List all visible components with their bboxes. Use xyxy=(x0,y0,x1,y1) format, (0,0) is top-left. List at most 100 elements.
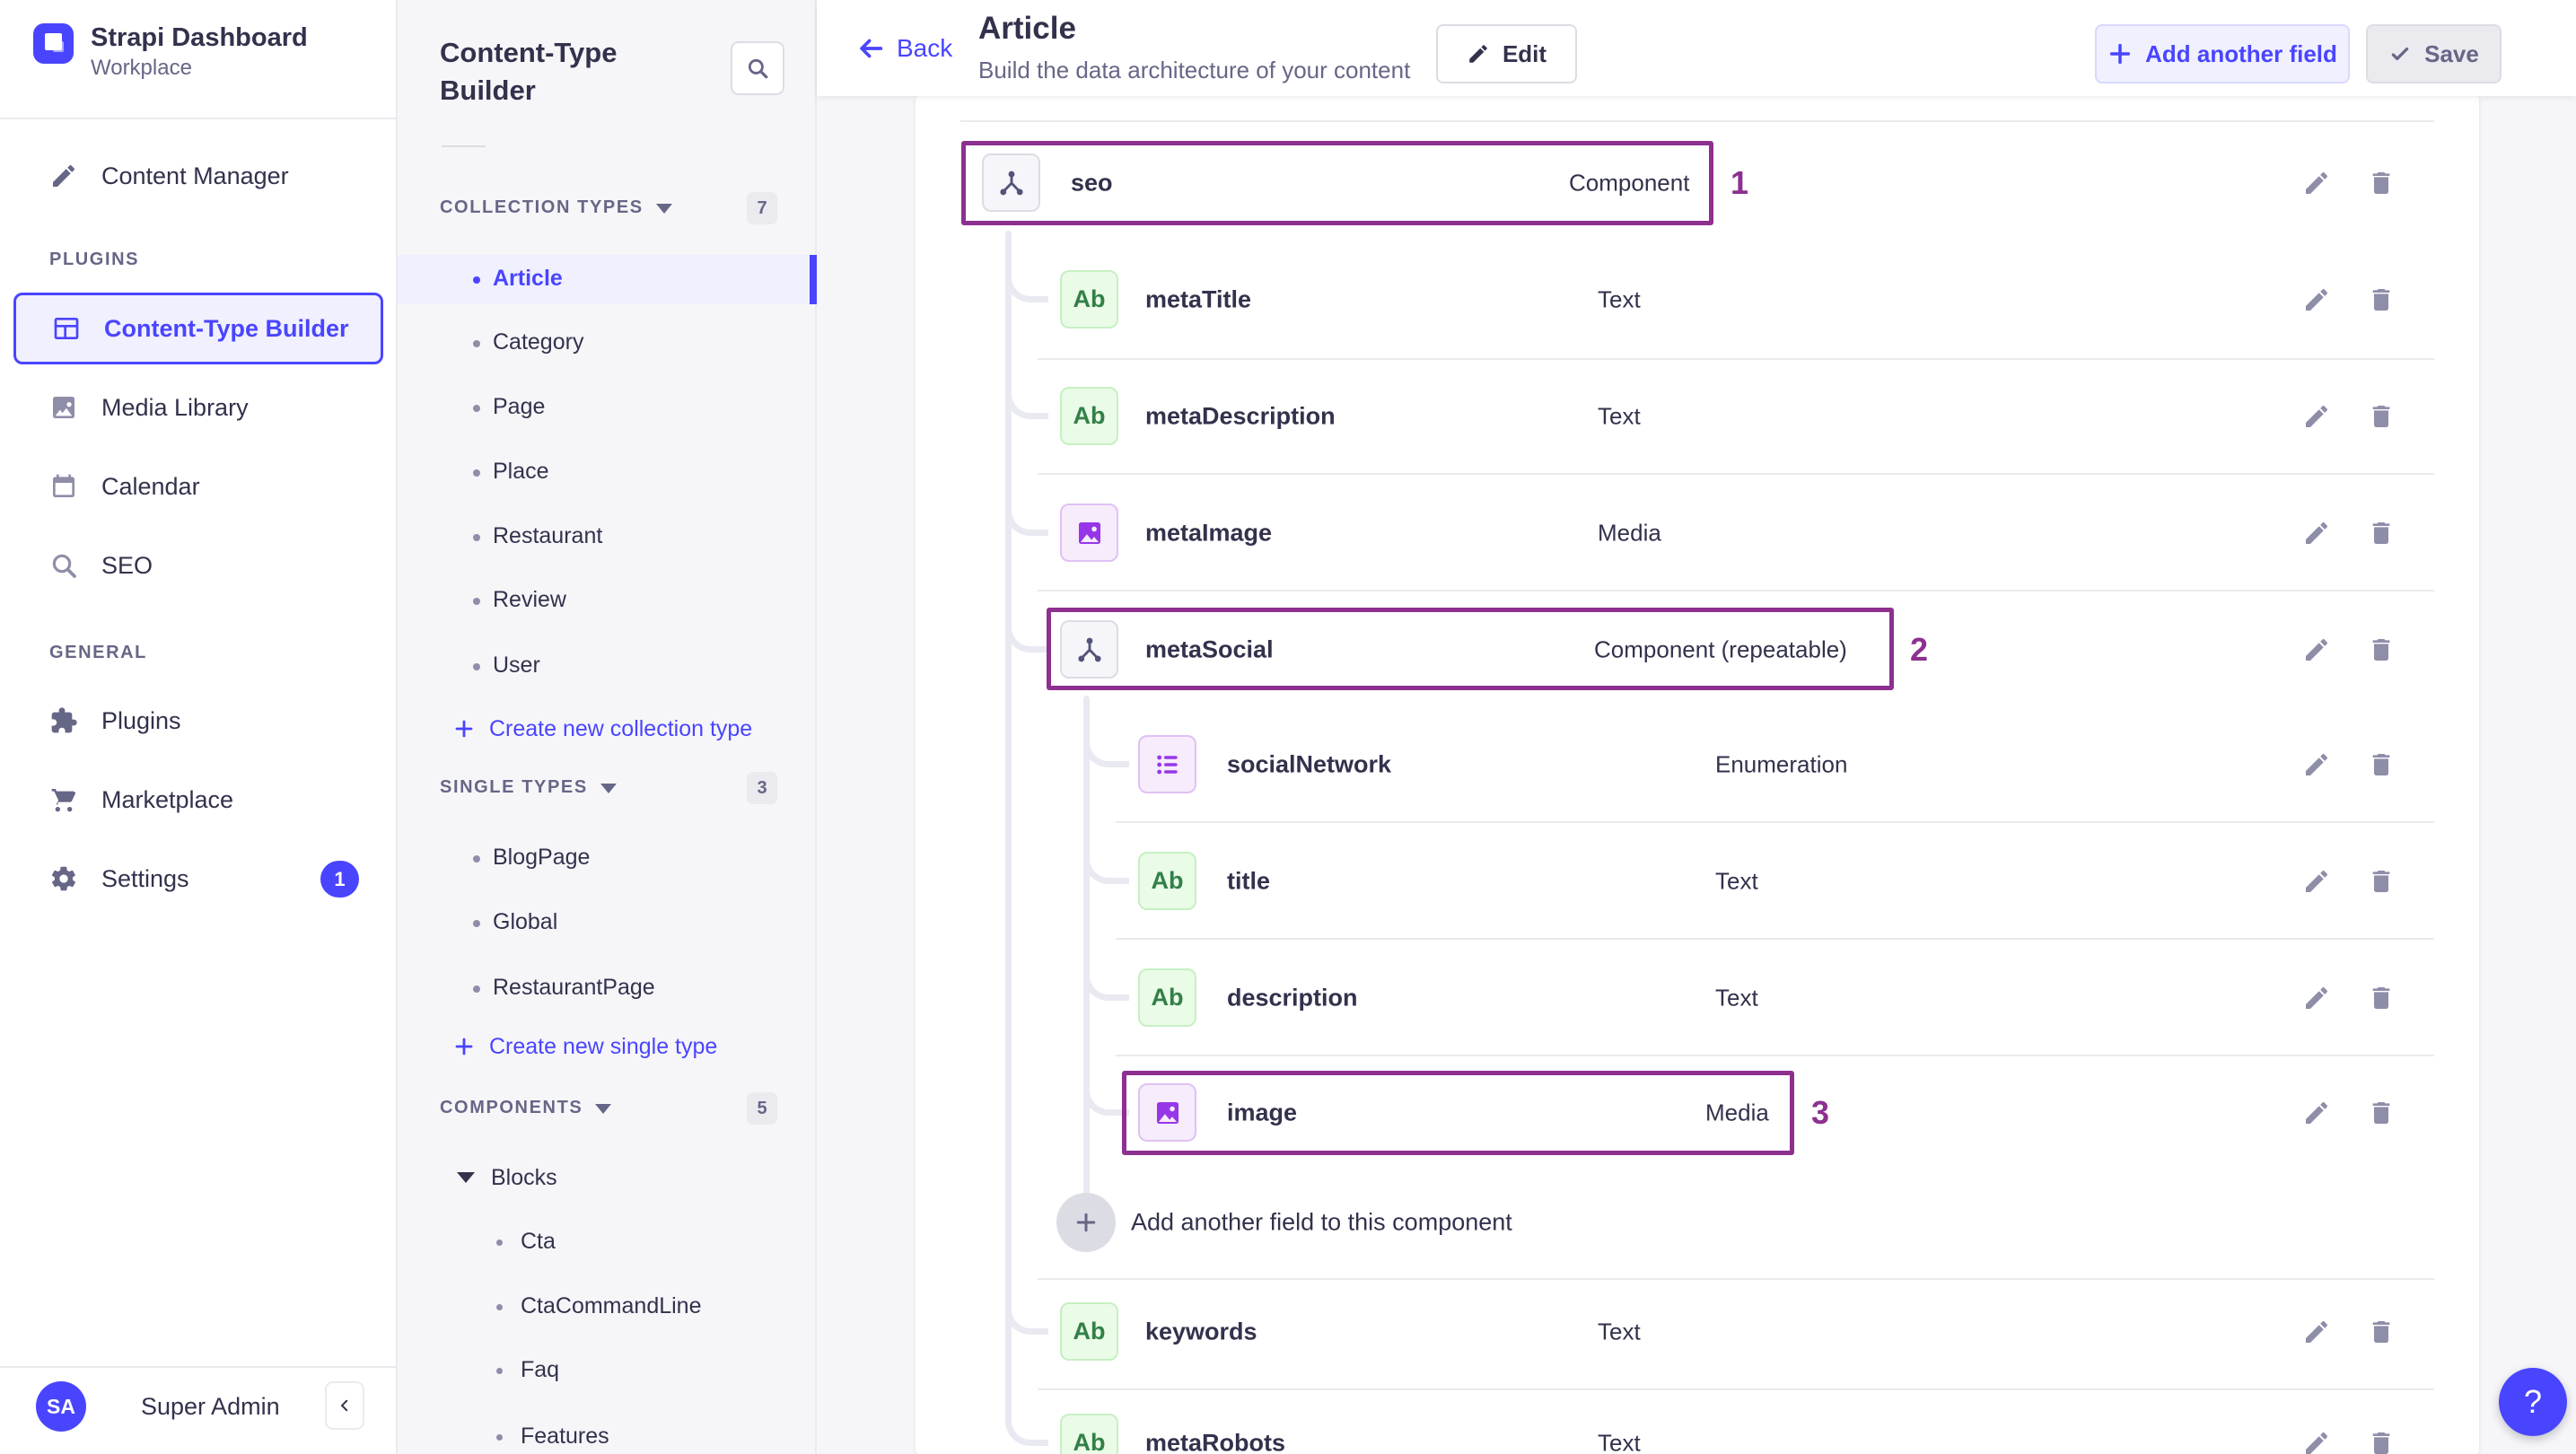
subnav-item-restaurant[interactable]: Restaurant xyxy=(398,513,817,562)
subnav-item-article-active-bg[interactable]: Article xyxy=(398,255,817,304)
edit-button[interactable]: Edit xyxy=(1436,24,1577,83)
search-icon xyxy=(52,554,76,578)
trash-icon xyxy=(2372,1321,2390,1343)
edit-field-button[interactable] xyxy=(2301,518,2332,548)
edit-field-button[interactable] xyxy=(2301,749,2332,780)
subnav-item-category[interactable]: Category xyxy=(398,320,817,368)
components-group-blocks[interactable]: Blocks xyxy=(457,1158,557,1197)
sidebar-item-marketplace[interactable]: Marketplace xyxy=(49,782,381,818)
subnav-item-review[interactable]: Review xyxy=(398,577,817,626)
delete-field-button[interactable] xyxy=(2366,1428,2396,1454)
components-header[interactable]: COMPONENTS xyxy=(440,1098,612,1118)
pencil-icon xyxy=(2306,986,2328,1009)
edit-field-button[interactable] xyxy=(2301,1428,2332,1454)
delete-field-button[interactable] xyxy=(2366,401,2396,432)
bullet-icon xyxy=(496,1434,503,1441)
subnav-item-ctacommandline[interactable]: CtaCommandLine xyxy=(398,1283,817,1332)
sidebar-item-plugins[interactable]: Plugins xyxy=(49,703,381,739)
component-icon xyxy=(999,171,1023,195)
components-group-label: Blocks xyxy=(491,1164,557,1190)
field-type: Text xyxy=(1715,984,1758,1012)
delete-field-button[interactable] xyxy=(2366,518,2396,548)
sidebar-item-media-library[interactable]: Media Library xyxy=(49,390,381,425)
create-collection-type-label: Create new collection type xyxy=(489,715,753,741)
bullet-icon xyxy=(473,920,480,927)
bullet-icon xyxy=(496,1304,503,1310)
trash-icon xyxy=(2372,1102,2390,1124)
add-another-field-button[interactable]: Add another field xyxy=(2095,24,2350,83)
bullet-icon xyxy=(473,469,480,477)
row-divider xyxy=(1038,358,2434,360)
subnav-item-blogpage[interactable]: BlogPage xyxy=(398,835,817,883)
create-single-type-label: Create new single type xyxy=(489,1033,718,1059)
delete-field-button[interactable] xyxy=(2366,1317,2396,1347)
sidebar-item-content-type-builder[interactable]: Content-Type Builder xyxy=(13,293,383,364)
subnav-item-label: Restaurant xyxy=(493,523,603,548)
subnav-item-cta[interactable]: Cta xyxy=(398,1219,817,1267)
bullet-icon xyxy=(473,985,480,993)
calendar-icon xyxy=(53,474,74,497)
delete-field-button[interactable] xyxy=(2366,749,2396,780)
subnav-item-features[interactable]: Features xyxy=(398,1414,817,1454)
subnav-item-restaurantpage[interactable]: RestaurantPage xyxy=(398,965,817,1013)
create-collection-type-link[interactable]: Create new collection type xyxy=(453,711,752,747)
back-link[interactable]: Back xyxy=(855,30,952,67)
subnav-item-faq[interactable]: Faq xyxy=(398,1347,817,1396)
edit-field-button[interactable] xyxy=(2301,983,2332,1013)
bullet-icon xyxy=(473,340,480,347)
subnav-title: Content-Type Builder xyxy=(440,37,618,106)
collection-types-count: 7 xyxy=(747,192,777,224)
delete-field-button[interactable] xyxy=(2366,983,2396,1013)
sidebar-item-label: Plugins xyxy=(101,706,181,734)
sidebar-item-calendar[interactable]: Calendar xyxy=(49,469,381,504)
plus-icon xyxy=(455,1038,473,1055)
edit-field-button[interactable] xyxy=(2301,401,2332,432)
trash-icon xyxy=(2372,172,2390,194)
strapi-logo[interactable] xyxy=(33,23,74,64)
subnav-search-button[interactable] xyxy=(731,41,784,95)
pencil-icon xyxy=(2306,638,2328,661)
save-button[interactable]: Save xyxy=(2366,24,2502,83)
collection-types-header[interactable]: COLLECTION TYPES xyxy=(440,197,672,218)
arrow-left-icon xyxy=(860,39,883,58)
delete-field-button[interactable] xyxy=(2366,168,2396,198)
edit-field-button[interactable] xyxy=(2301,285,2332,315)
edit-field-button[interactable] xyxy=(2301,168,2332,198)
edit-field-button[interactable] xyxy=(2301,1098,2332,1128)
subnav-item-page[interactable]: Page xyxy=(398,384,817,433)
edit-field-button[interactable] xyxy=(2301,635,2332,665)
collapse-sidebar-button[interactable] xyxy=(325,1381,364,1430)
pencil-icon xyxy=(2306,521,2328,544)
plugins-section-label: PLUGINS xyxy=(49,250,140,269)
delete-field-button[interactable] xyxy=(2366,866,2396,897)
sidebar-item-seo[interactable]: SEO xyxy=(49,547,381,583)
avatar[interactable]: SA xyxy=(36,1381,86,1432)
tree-elbow xyxy=(1005,613,1048,653)
delete-field-button[interactable] xyxy=(2366,285,2396,315)
subnav-item-user[interactable]: User xyxy=(398,643,817,691)
sidebar-footer-divider xyxy=(0,1366,398,1368)
delete-field-button[interactable] xyxy=(2366,1098,2396,1128)
active-indicator-bar xyxy=(810,255,817,304)
help-button[interactable]: ? xyxy=(2499,1368,2567,1436)
row-divider xyxy=(960,120,2434,122)
field-type: Text xyxy=(1598,1429,1641,1454)
fields-card: seo Component 1 Ab metaTitle Text Ab met… xyxy=(916,96,2479,1454)
row-divider xyxy=(1038,1278,2434,1280)
delete-field-button[interactable] xyxy=(2366,635,2396,665)
sidebar-item-content-manager[interactable]: Content Manager xyxy=(49,158,381,194)
subnav-item-global[interactable]: Global xyxy=(398,899,817,948)
single-types-header[interactable]: SINGLE TYPES xyxy=(440,777,617,798)
text-field-icon: Ab xyxy=(1138,852,1196,910)
subnav-item-place[interactable]: Place xyxy=(398,449,817,497)
edit-field-button[interactable] xyxy=(2301,866,2332,897)
sidebar-item-label: Content-Type Builder xyxy=(104,314,349,342)
component-icon xyxy=(982,153,1040,212)
bullet-icon xyxy=(473,276,480,284)
ctb-subnav: Content-Type Builder COLLECTION TYPES 7 … xyxy=(398,0,817,1454)
edit-field-button[interactable] xyxy=(2301,1317,2332,1347)
trash-icon xyxy=(2372,289,2390,311)
create-single-type-link[interactable]: Create new single type xyxy=(453,1029,717,1064)
row-divider xyxy=(1038,1388,2434,1390)
bullet-icon xyxy=(473,405,480,412)
